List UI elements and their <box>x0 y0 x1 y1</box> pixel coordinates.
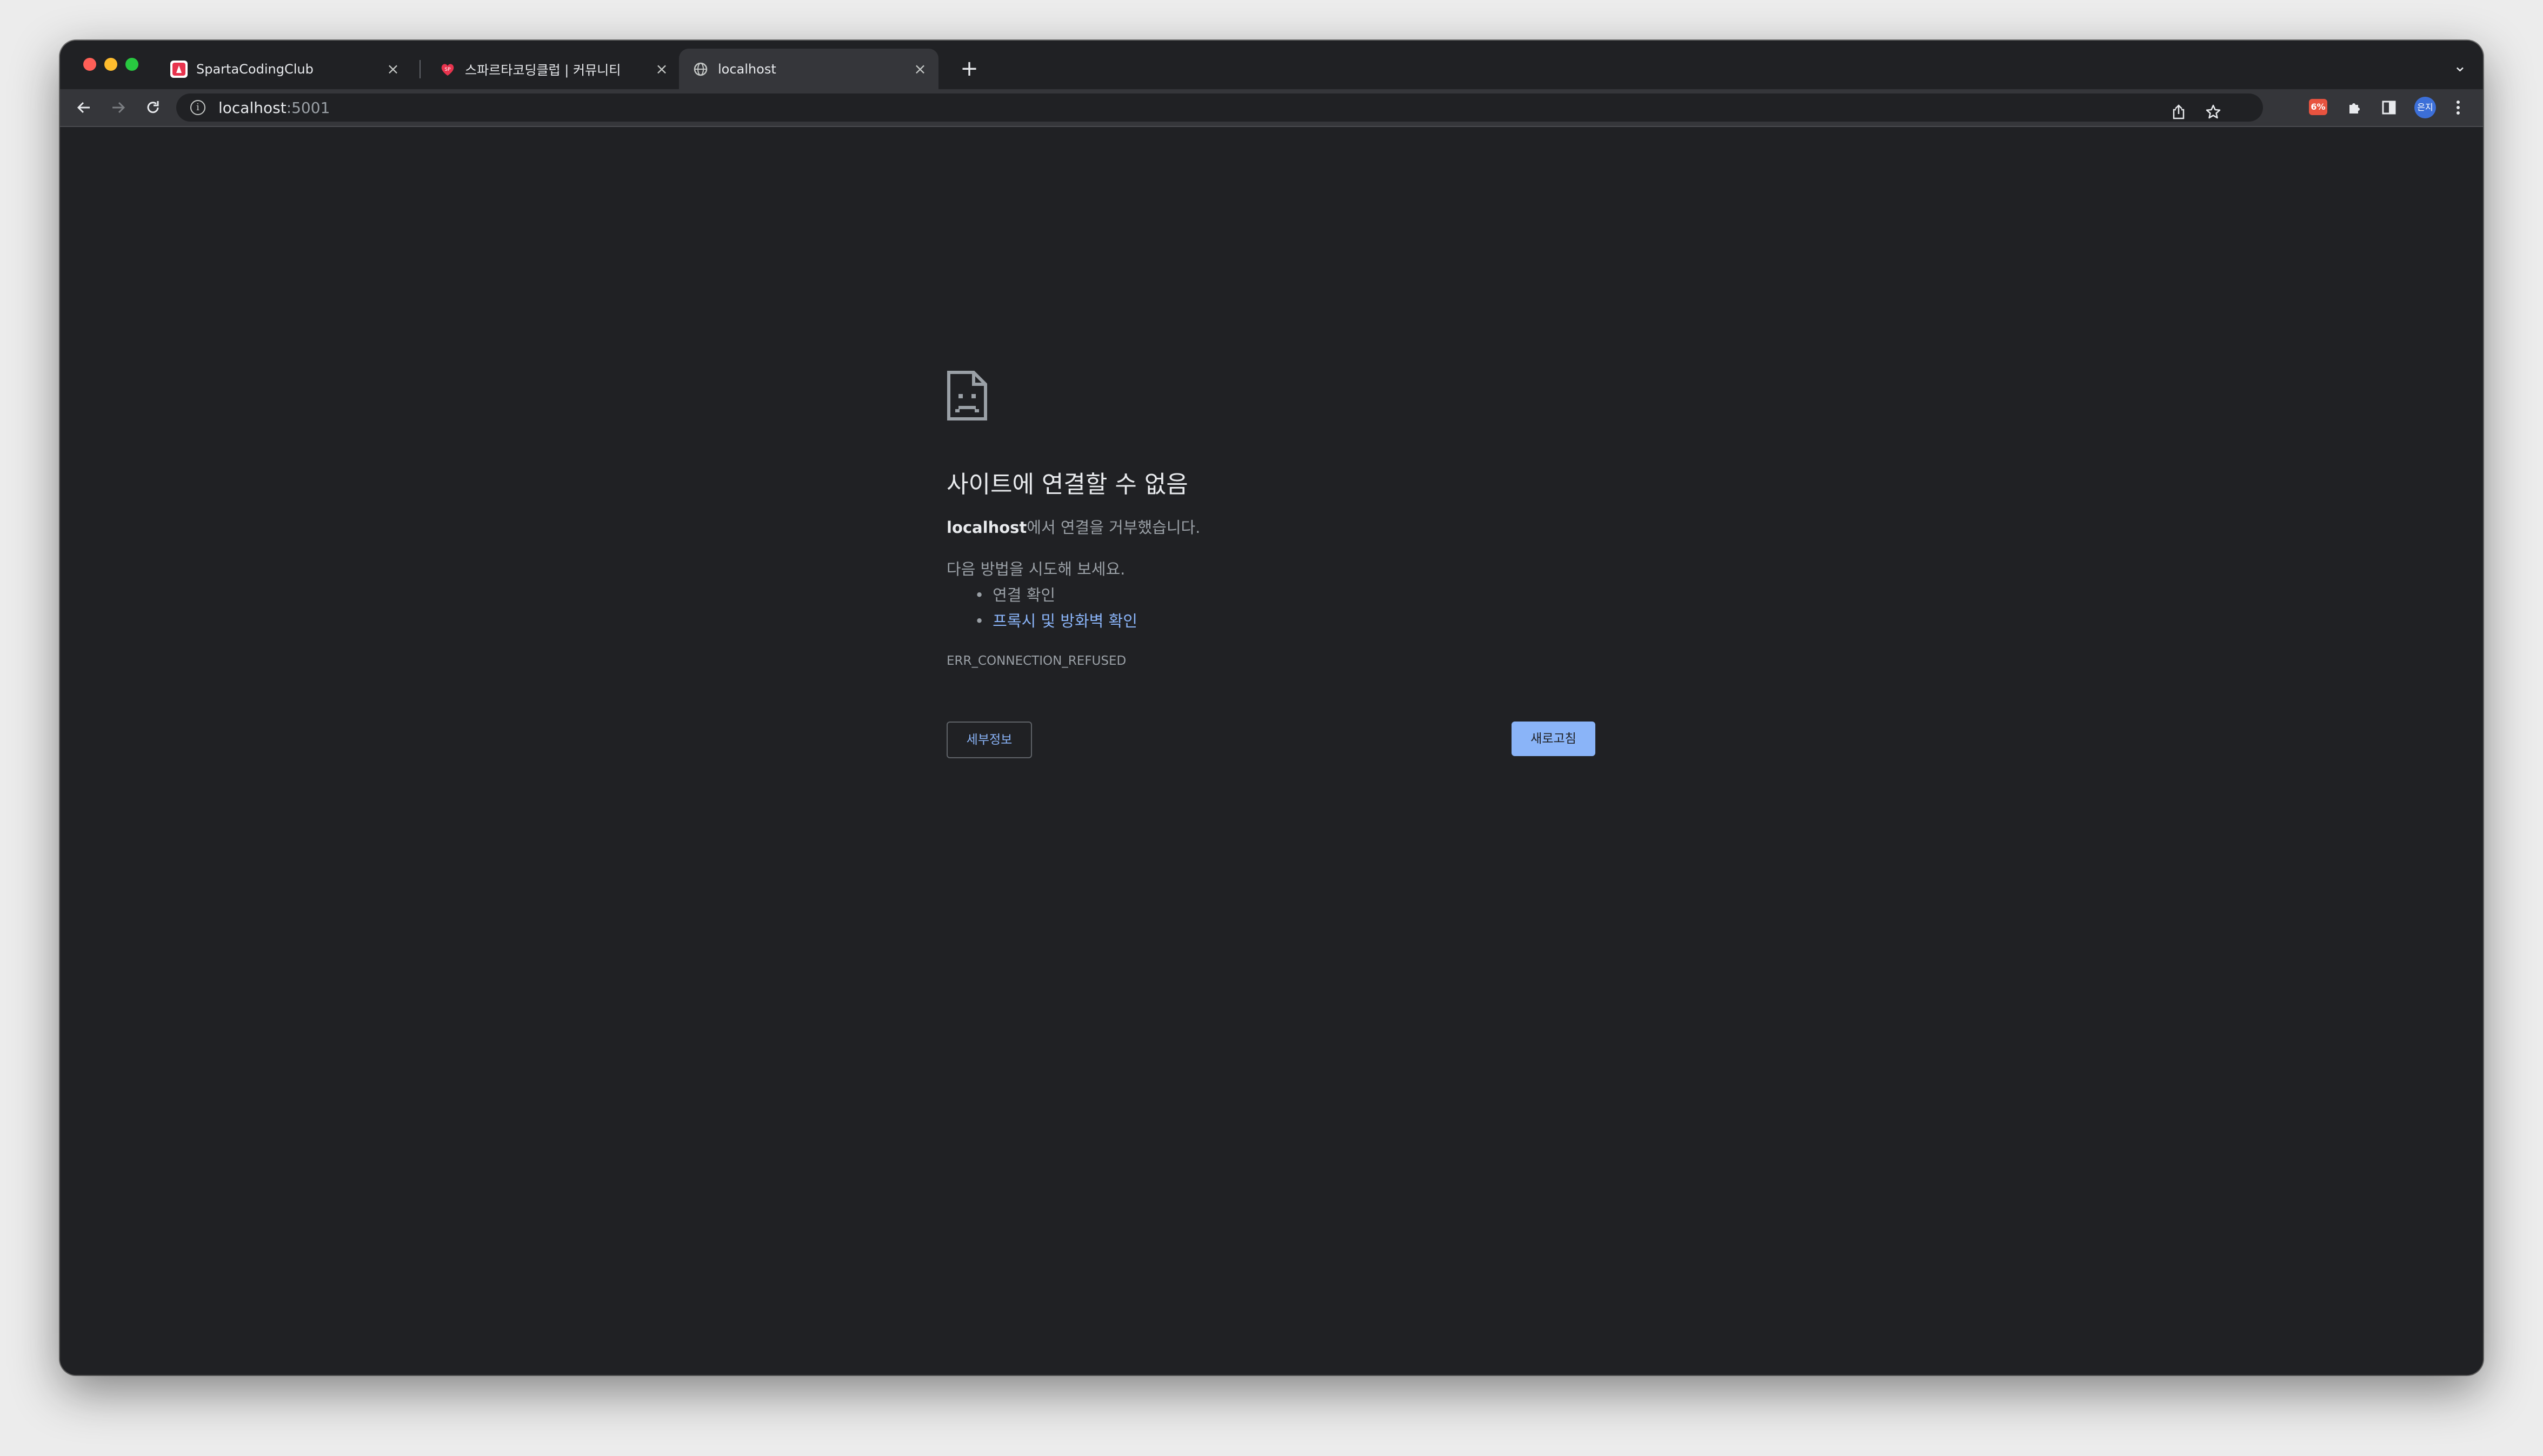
close-tab-icon[interactable]: × <box>910 60 930 78</box>
more-menu-icon[interactable] <box>2444 93 2472 125</box>
suggestion-item: 연결 확인 <box>975 582 1137 608</box>
suggestion-proxy-firewall-link[interactable]: 프록시 및 방화벽 확인 <box>993 612 1137 630</box>
new-tab-button[interactable]: + <box>953 52 986 85</box>
address-bar[interactable]: i localhost:5001 <box>176 93 2263 122</box>
forward-icon <box>112 102 125 113</box>
extension-badge-icon[interactable]: 6% <box>2309 99 2327 115</box>
details-button[interactable]: 세부정보 <box>947 722 1032 758</box>
suggestions-intro: 다음 방법을 시도해 보세요. <box>947 560 1126 578</box>
page-content: 사이트에 연결할 수 없음 localhost에서 연결을 거부했습니다. 다음… <box>60 127 2483 1375</box>
close-window-button[interactable] <box>83 58 96 71</box>
bookmark-star-icon[interactable] <box>2199 98 2227 129</box>
suggestion-check-connection: 연결 확인 <box>993 586 1056 604</box>
error-summary-text: 에서 연결을 거부했습니다. <box>1027 518 1201 537</box>
back-icon <box>77 102 90 113</box>
error-code: ERR_CONNECTION_REFUSED <box>947 654 1127 668</box>
tab-strip: SpartaCodingClub × SP 스파르타코딩클럽 | 커뮤니티 × … <box>60 41 2483 89</box>
share-icon[interactable] <box>2165 98 2193 129</box>
sad-file-icon <box>947 370 988 423</box>
extensions-icon[interactable] <box>2340 93 2368 125</box>
error-heading: 사이트에 연결할 수 없음 <box>947 471 1188 498</box>
back-button[interactable] <box>70 93 98 122</box>
reload-icon <box>147 101 159 113</box>
svg-text:SP: SP <box>444 67 451 72</box>
close-tab-icon[interactable]: × <box>383 60 403 78</box>
minimize-window-button[interactable] <box>104 58 117 71</box>
reload-page-button[interactable]: 새로고침 <box>1512 722 1595 756</box>
url-text: localhost:5001 <box>218 99 330 117</box>
tab-sparta-community[interactable]: SP 스파르타코딩클럽 | 커뮤니티 × <box>426 49 680 89</box>
suggestion-item: 프록시 및 방화벽 확인 <box>975 608 1137 634</box>
tab-title: 스파르타코딩클럽 | 커뮤니티 <box>465 63 621 78</box>
fullscreen-window-button[interactable] <box>125 58 138 71</box>
url-host: localhost <box>218 98 287 117</box>
profile-avatar[interactable]: 은지 <box>2414 97 2436 118</box>
url-port: :5001 <box>286 98 330 117</box>
toolbar: i localhost:5001 6% 은지 <box>60 89 2483 127</box>
close-tab-icon[interactable]: × <box>652 60 671 78</box>
sparta-favicon <box>170 60 188 78</box>
error-host: localhost <box>947 518 1027 537</box>
suggestions-list: 연결 확인 프록시 및 방화벽 확인 <box>975 582 1137 634</box>
sparta-community-favicon: SP <box>439 61 456 78</box>
tab-search-chevron-icon[interactable]: ⌄ <box>2453 57 2467 76</box>
error-summary: localhost에서 연결을 거부했습니다. <box>947 515 1200 538</box>
reload-button[interactable] <box>139 93 167 122</box>
globe-icon <box>692 61 709 78</box>
tab-spartacodingclub[interactable]: SpartaCodingClub × <box>157 49 411 89</box>
forward-button[interactable] <box>104 93 132 122</box>
tab-title: SpartaCodingClub <box>196 61 314 77</box>
tab-localhost[interactable]: localhost × <box>679 49 938 89</box>
tab-separator <box>420 60 421 78</box>
browser-window: SpartaCodingClub × SP 스파르타코딩클럽 | 커뮤니티 × … <box>60 41 2483 1375</box>
tab-title: localhost <box>718 61 776 77</box>
side-panel-icon[interactable] <box>2375 93 2403 124</box>
info-icon[interactable]: i <box>190 100 205 115</box>
